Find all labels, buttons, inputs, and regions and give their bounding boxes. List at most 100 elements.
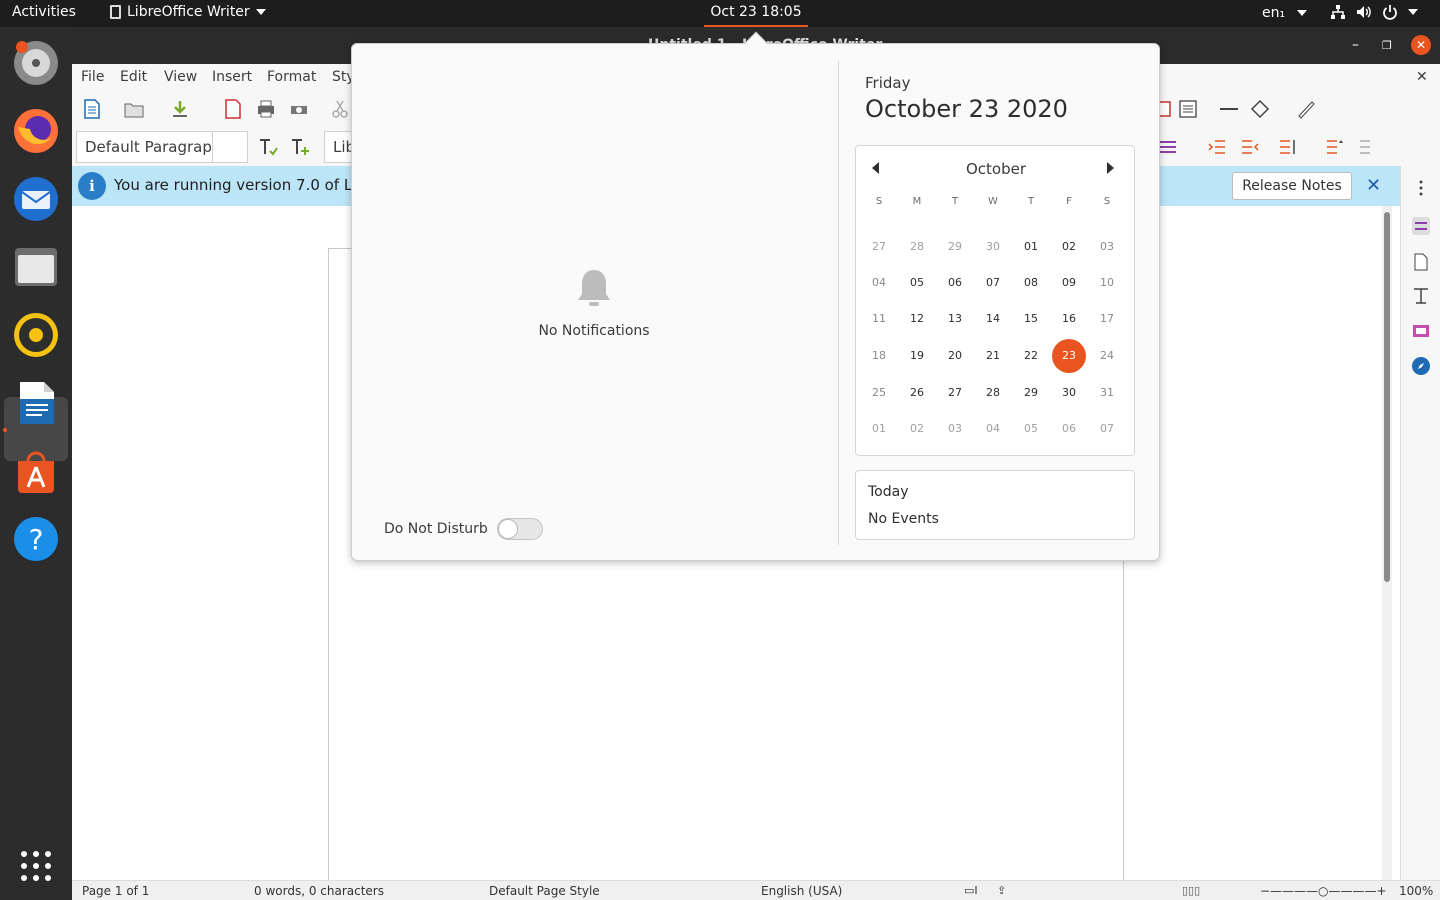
calendar-day[interactable]: 15 [1014,302,1048,336]
calendar-day[interactable]: 05 [1014,412,1048,446]
firefox-icon[interactable] [12,107,60,155]
print-icon[interactable] [256,99,276,119]
calendar-day[interactable]: 10 [1090,266,1124,300]
help-icon[interactable]: ? [12,515,60,563]
maximize-button[interactable]: ❐ [1382,39,1392,52]
calendar-day[interactable]: 30 [1052,376,1086,410]
calendar-day[interactable]: 13 [938,302,972,336]
calendar-day[interactable]: 24 [1090,339,1124,373]
calendar-day[interactable]: 02 [900,412,934,446]
calendar-day[interactable]: 29 [938,230,972,264]
print-preview-icon[interactable] [289,99,309,119]
close-document-icon[interactable]: ✕ [1416,69,1428,85]
zoom-slider[interactable]: −————○————+ [1260,884,1387,898]
calendar-day[interactable]: 03 [938,412,972,446]
software-icon[interactable] [12,447,60,495]
menu-view[interactable]: View [164,69,197,85]
calendar-day[interactable]: 23 [1052,339,1086,373]
calendar-day[interactable]: 03 [1090,230,1124,264]
calendar-day[interactable]: 28 [976,376,1010,410]
close-infobar-icon[interactable]: ✕ [1366,175,1381,196]
current-weekday[interactable]: Friday [865,74,910,92]
decrease-indent-icon[interactable] [1240,137,1260,157]
calendar-day[interactable]: 16 [1052,302,1086,336]
system-menu[interactable] [1330,4,1418,20]
gallery-icon[interactable] [1411,321,1431,341]
navigator-icon[interactable] [1411,356,1431,376]
calendar-day[interactable]: 06 [1052,412,1086,446]
rhythmbox-icon[interactable] [12,311,60,359]
calendar-day[interactable]: 27 [862,230,896,264]
calendar-day[interactable]: 14 [976,302,1010,336]
calendar-day[interactable]: 08 [1014,266,1048,300]
menu-edit[interactable]: Edit [120,69,147,85]
thunderbird-icon[interactable] [12,175,60,223]
calendar-day[interactable]: 01 [862,412,896,446]
input-source-menu[interactable]: en₁ [1262,5,1308,21]
new-style-icon[interactable] [290,137,310,157]
calendar-day[interactable]: 05 [900,266,934,300]
line-spacing-icon[interactable] [1278,137,1298,157]
release-notes-button[interactable]: Release Notes [1232,172,1352,200]
menu-insert[interactable]: Insert [212,69,252,85]
calendar-day[interactable]: 04 [862,266,896,300]
menu-format[interactable]: Format [267,69,316,85]
calendar-day[interactable]: 22 [1014,339,1048,373]
minimize-button[interactable]: – [1352,37,1359,53]
sidebar-menu-icon[interactable] [1411,178,1431,198]
calendar-day[interactable]: 07 [976,266,1010,300]
writer-icon[interactable] [12,379,60,427]
calendar-day[interactable]: 25 [862,376,896,410]
activities-button[interactable]: Activities [12,4,76,20]
events-panel[interactable]: Today No Events [855,470,1135,540]
vertical-scrollbar[interactable] [1382,206,1392,880]
word-count[interactable]: 0 words, 0 characters [254,884,384,898]
show-apps-icon[interactable] [21,851,51,881]
calendar-day[interactable]: 21 [976,339,1010,373]
header-footer-icon[interactable] [1178,99,1198,119]
calendar-day[interactable]: 06 [938,266,972,300]
page-icon[interactable] [1411,252,1431,272]
app-menu[interactable]: LibreOffice Writer [110,4,266,20]
view-layout-icon[interactable]: ▯▯▯ [1182,884,1200,897]
styles-icon[interactable] [1411,286,1431,306]
calendar-day[interactable]: 11 [862,302,896,336]
list-icon[interactable] [1158,137,1178,157]
calendar-day[interactable]: 27 [938,376,972,410]
calendar-day[interactable]: 18 [862,339,896,373]
clock-button[interactable]: Oct 23 18:05 [704,0,808,27]
calendar-day[interactable]: 26 [900,376,934,410]
zoom-level[interactable]: 100% [1399,884,1433,898]
draw-icon[interactable] [1296,99,1316,119]
increase-indent-icon[interactable] [1207,137,1227,157]
properties-icon[interactable] [1411,216,1431,236]
text-language[interactable]: English (USA) [761,884,842,898]
save-icon[interactable] [170,99,190,119]
calendar-day[interactable]: 07 [1090,412,1124,446]
files-icon[interactable] [12,243,60,291]
calendar-day[interactable]: 09 [1052,266,1086,300]
calendar-day[interactable]: 01 [1014,230,1048,264]
current-date[interactable]: October 23 2020 [865,95,1068,123]
page-style[interactable]: Default Page Style [489,884,600,898]
insert-mode-icon[interactable]: ▭I [964,884,978,897]
close-window-button[interactable]: ✕ [1411,35,1431,55]
disk-icon[interactable] [12,39,60,87]
new-document-icon[interactable] [82,99,102,119]
calendar-day[interactable]: 12 [900,302,934,336]
calendar-day[interactable]: 19 [900,339,934,373]
calendar-day[interactable]: 30 [976,230,1010,264]
update-style-icon[interactable] [258,137,278,157]
previous-month-icon[interactable] [872,162,879,174]
basic-shapes-icon[interactable] [1250,99,1270,119]
calendar-day[interactable]: 29 [1014,376,1048,410]
cut-icon[interactable] [330,99,350,119]
scrollbar-thumb[interactable] [1384,212,1390,582]
decrease-spacing-icon[interactable] [1358,137,1378,157]
calendar-day[interactable]: 17 [1090,302,1124,336]
menu-file[interactable]: File [81,69,104,85]
paragraph-style-dropdown[interactable] [212,131,248,163]
calendar-day[interactable]: 04 [976,412,1010,446]
do-not-disturb-toggle[interactable] [497,518,543,540]
next-month-icon[interactable] [1107,162,1114,174]
